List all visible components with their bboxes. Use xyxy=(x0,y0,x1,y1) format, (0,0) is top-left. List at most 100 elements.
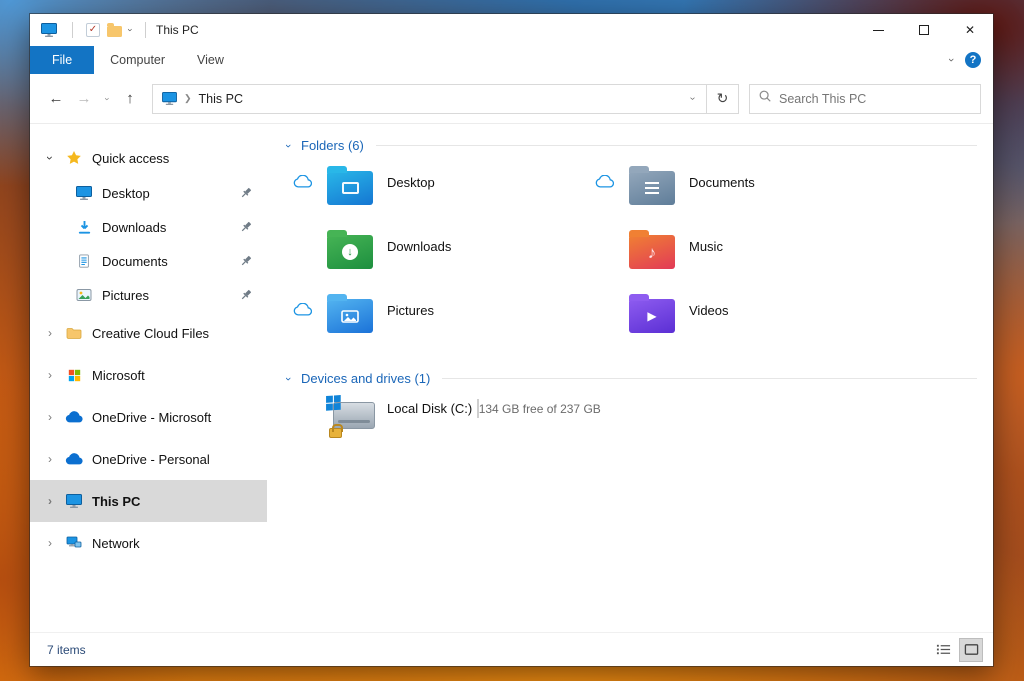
expand-ribbon-chevron-icon[interactable]: › xyxy=(945,58,957,62)
sidebar-label: Downloads xyxy=(102,220,166,235)
desktop-folder-icon xyxy=(327,171,373,205)
sidebar-label: This PC xyxy=(92,494,140,509)
desktop-icon xyxy=(74,185,94,202)
sidebar-label: OneDrive - Personal xyxy=(92,452,210,467)
properties-check-icon[interactable]: ✓ xyxy=(86,23,100,37)
chevron-down-icon[interactable]: › xyxy=(43,150,57,166)
devices-group-header[interactable]: › Devices and drives (1) xyxy=(281,371,977,386)
minimize-button[interactable] xyxy=(855,14,901,46)
navigation-pane: › Quick access Desktop Downloa xyxy=(30,124,267,632)
sidebar-label: OneDrive - Microsoft xyxy=(92,410,211,425)
new-folder-icon[interactable] xyxy=(107,26,122,37)
sidebar-item-onedrive-personal[interactable]: › OneDrive - Personal xyxy=(30,438,267,480)
this-pc-icon xyxy=(161,90,177,107)
documents-folder-icon xyxy=(629,171,675,205)
chevron-right-icon[interactable]: › xyxy=(42,368,58,382)
sidebar-item-quick-access[interactable]: › Quick access xyxy=(30,140,267,176)
chevron-right-icon[interactable]: › xyxy=(42,410,58,424)
forward-button[interactable]: → xyxy=(70,85,98,113)
sidebar-item-onedrive-microsoft[interactable]: › OneDrive - Microsoft xyxy=(30,396,267,438)
tab-file[interactable]: File xyxy=(30,46,94,74)
folder-name: Desktop xyxy=(387,163,435,190)
search-box[interactable] xyxy=(749,84,981,114)
close-button[interactable]: ✕ xyxy=(947,14,993,46)
folders-grid: Desktop Documents ↓ xyxy=(293,163,977,355)
music-folder-icon: ♪ xyxy=(629,235,675,269)
breadcrumb-location[interactable]: This PC xyxy=(199,92,243,106)
folders-group-header[interactable]: › Folders (6) xyxy=(281,138,977,153)
sidebar-item-documents[interactable]: Documents xyxy=(30,244,267,278)
refresh-button[interactable]: ↻ xyxy=(707,84,739,114)
sidebar-label: Desktop xyxy=(102,186,150,201)
sidebar-item-pictures[interactable]: Pictures xyxy=(30,278,267,312)
folder-name: Downloads xyxy=(387,227,451,254)
sidebar-label: Quick access xyxy=(92,151,169,166)
details-view-button[interactable] xyxy=(931,638,955,662)
chevron-right-icon[interactable]: › xyxy=(42,452,58,466)
status-bar: 7 items xyxy=(30,632,993,666)
onedrive-icon xyxy=(64,409,84,426)
sidebar-item-network[interactable]: › Network xyxy=(30,522,267,564)
address-dropdown-button[interactable]: › xyxy=(680,85,706,113)
this-pc-icon xyxy=(64,493,84,510)
chevron-right-icon[interactable]: › xyxy=(42,326,58,340)
maximize-button[interactable] xyxy=(901,14,947,46)
navigation-toolbar: ← → › ↑ ❯ This PC › ↻ xyxy=(30,74,993,124)
quick-access-toolbar: ✓ › xyxy=(39,22,152,39)
separator xyxy=(145,22,146,38)
folder-tile-documents[interactable]: Documents xyxy=(595,163,897,227)
help-button[interactable]: ? xyxy=(965,52,981,68)
separator xyxy=(72,22,73,38)
drive-tile-local-disk-c[interactable]: Local Disk (C:) 134 GB free of 237 GB xyxy=(327,398,977,436)
search-icon xyxy=(758,89,772,108)
up-button[interactable]: ↑ xyxy=(116,85,144,113)
folder-tile-pictures[interactable]: Pictures xyxy=(293,291,595,355)
drive-name: Local Disk (C:) xyxy=(387,401,472,416)
folder-name: Documents xyxy=(689,163,755,190)
chevron-right-icon[interactable]: › xyxy=(42,494,58,508)
address-bar[interactable]: ❯ This PC › xyxy=(152,84,707,114)
minimize-icon xyxy=(873,30,884,31)
breadcrumb[interactable]: ❯ This PC xyxy=(153,90,251,107)
customize-toolbar-chevron-icon[interactable]: › xyxy=(126,29,136,32)
maximize-icon xyxy=(919,25,929,35)
sidebar-item-downloads[interactable]: Downloads xyxy=(30,210,267,244)
sidebar-item-creative-cloud-files[interactable]: › Creative Cloud Files xyxy=(30,312,267,354)
pin-icon xyxy=(239,186,253,200)
group-divider xyxy=(376,145,977,146)
recent-locations-chevron-icon[interactable]: › xyxy=(98,94,116,104)
window-title: This PC xyxy=(156,23,199,37)
back-button[interactable]: ← xyxy=(42,85,70,113)
folder-tile-music[interactable]: ♪ Music xyxy=(595,227,897,291)
search-input[interactable] xyxy=(779,92,972,106)
folder-tile-videos[interactable]: ▶ Videos xyxy=(595,291,897,355)
downloads-icon xyxy=(74,219,94,236)
sidebar-item-microsoft[interactable]: › Microsoft xyxy=(30,354,267,396)
large-icons-view-button[interactable] xyxy=(959,638,983,662)
sidebar-label: Documents xyxy=(102,254,168,269)
tab-computer[interactable]: Computer xyxy=(94,46,181,74)
sidebar-item-this-pc[interactable]: › This PC xyxy=(30,480,267,522)
folder-name: Videos xyxy=(689,291,729,318)
hard-drive-icon xyxy=(327,398,375,436)
tab-view[interactable]: View xyxy=(181,46,240,74)
sidebar-label: Creative Cloud Files xyxy=(92,326,209,341)
group-title[interactable]: Folders (6) xyxy=(301,138,364,153)
downloads-folder-icon: ↓ xyxy=(327,235,373,269)
chevron-right-icon[interactable]: › xyxy=(42,536,58,550)
group-title[interactable]: Devices and drives (1) xyxy=(301,371,430,386)
folder-tile-desktop[interactable]: Desktop xyxy=(293,163,595,227)
titlebar[interactable]: ✓ › This PC ✕ xyxy=(30,14,993,46)
sidebar-item-desktop[interactable]: Desktop xyxy=(30,176,267,210)
sidebar-label: Pictures xyxy=(102,288,149,303)
windows-logo-icon xyxy=(325,394,342,416)
chevron-down-icon[interactable]: › xyxy=(282,139,294,153)
chevron-down-icon[interactable]: › xyxy=(282,372,294,386)
drive-free-space: 134 GB free of 237 GB xyxy=(479,402,601,416)
folder-tile-downloads[interactable]: ↓ Downloads xyxy=(293,227,595,291)
pictures-icon xyxy=(74,287,94,304)
onedrive-icon xyxy=(64,451,84,468)
breadcrumb-chevron-icon: ❯ xyxy=(184,93,192,104)
pin-icon xyxy=(239,288,253,302)
pictures-folder-icon xyxy=(327,299,373,333)
